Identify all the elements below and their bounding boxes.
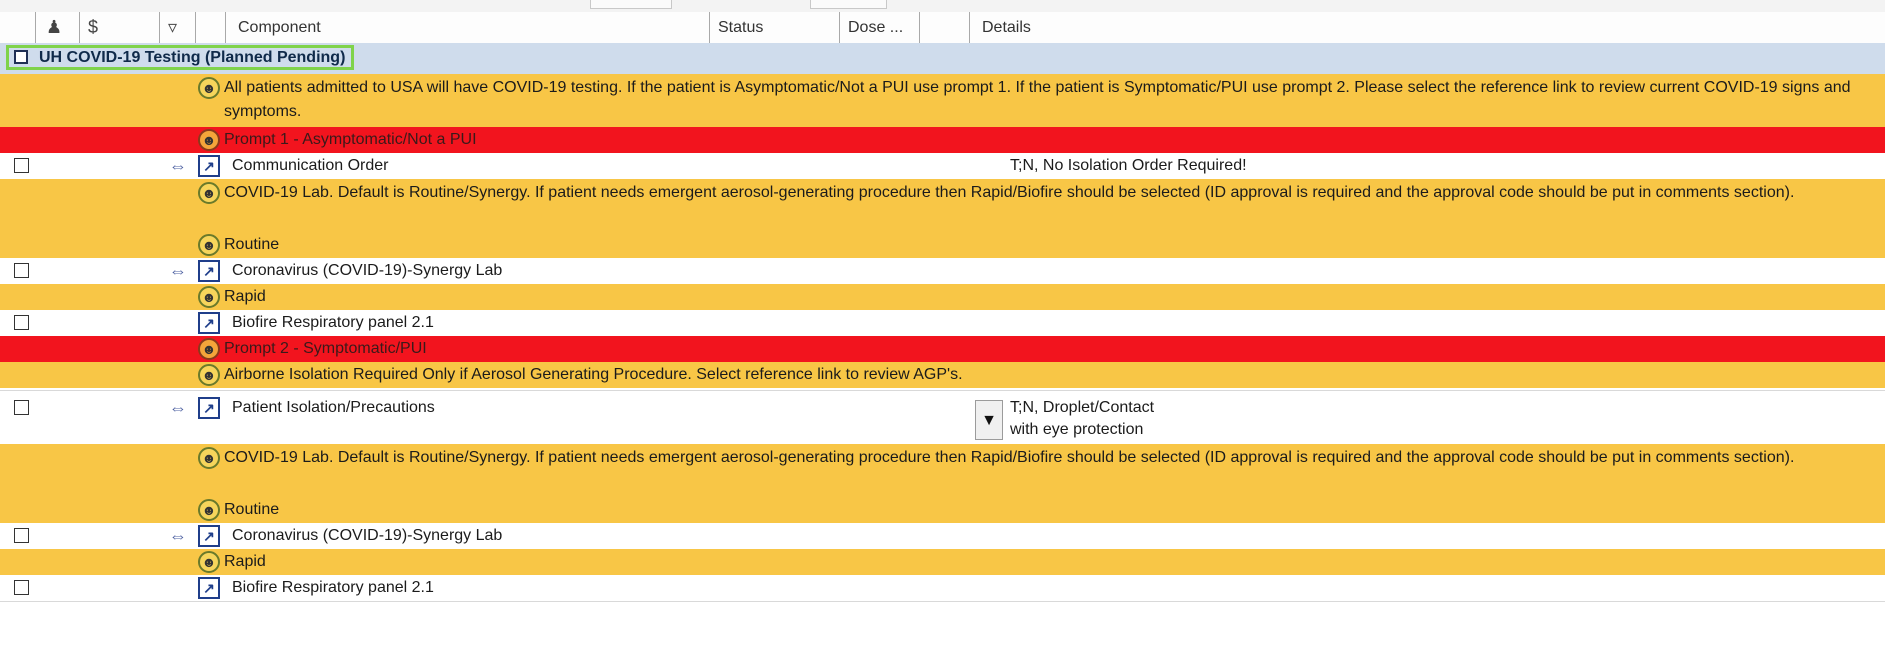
order-checkbox[interactable] [14,158,29,173]
order-component[interactable]: Coronavirus (COVID-19)-Synergy Lab [232,524,502,548]
order-icon: ↗ [198,260,220,282]
note-icon: ☻ [198,286,220,308]
note-text: COVID-19 Lab. Default is Routine/Synergy… [224,184,1795,201]
order-icon: ↗ [198,155,220,177]
note-icon: ☻ [198,234,220,256]
header-spacer-2 [920,12,970,43]
header-cost-column[interactable]: $ [80,12,160,43]
header-select-column[interactable] [0,12,36,43]
link-icon[interactable]: ⇔ [169,399,187,417]
filter-icon: ▿ [168,17,178,37]
phase-title-box[interactable]: UH COVID-19 Testing (Planned Pending) [6,45,355,70]
order-row[interactable]: ⇔ ↗ Patient Isolation/Precautions ▼ T;N,… [0,392,1885,444]
prompt-text: Prompt 1 - Asymptomatic/Not a PUI [224,131,477,148]
note-row: ☻ Routine [0,232,1885,258]
note-row: ☻ Rapid [0,549,1885,575]
prompt-row: ☻ Prompt 2 - Symptomatic/PUI [0,336,1885,362]
phase-header[interactable]: UH COVID-19 Testing (Planned Pending) [0,43,1885,74]
order-checkbox[interactable] [14,400,29,415]
order-details-line2[interactable]: with eye protection [1010,418,1143,442]
toolbar-control[interactable] [810,0,887,9]
note-row: ☻ COVID-19 Lab. Default is Routine/Syner… [0,444,1885,497]
header-status[interactable]: Status [710,12,840,43]
note-row: ☻ Airborne Isolation Required Only if Ae… [0,362,1885,388]
note-text: COVID-19 Lab. Default is Routine/Synergy… [224,449,1795,466]
phase-icon [14,50,28,64]
dollar-icon: $ [88,17,99,37]
note-text: Routine [224,236,280,253]
order-row[interactable]: ↗ Biofire Respiratory panel 2.1 [0,310,1885,336]
note-icon: ☻ [198,77,220,99]
note-row: ☻ Routine [0,497,1885,523]
row-divider [0,601,1885,602]
order-component[interactable]: Biofire Respiratory panel 2.1 [232,576,434,600]
order-component[interactable]: Communication Order [232,154,389,178]
phase-title: UH COVID-19 Testing (Planned Pending) [39,49,346,66]
note-icon: ☻ [198,129,220,151]
row-divider [0,390,1885,391]
link-icon[interactable]: ⇔ [169,527,187,545]
note-text: Rapid [224,553,266,570]
order-checkbox[interactable] [14,315,29,330]
note-icon: ☻ [198,499,220,521]
order-details[interactable]: T;N, Droplet/Contact [1010,396,1154,420]
header-people-column[interactable]: ♟ [36,12,80,43]
details-dropdown[interactable]: ▼ [975,400,1003,440]
header-spacer [196,12,226,43]
prompt-text: Prompt 2 - Symptomatic/PUI [224,340,427,357]
note-text: Routine [224,501,280,518]
note-row: ☻ All patients admitted to USA will have… [0,74,1885,127]
header-component[interactable]: Component [226,12,710,43]
order-icon: ↗ [198,525,220,547]
order-checkbox[interactable] [14,528,29,543]
note-text: Airborne Isolation Required Only if Aero… [224,366,963,383]
note-icon: ☻ [198,364,220,386]
note-text: Rapid [224,288,266,305]
prompt-row: ☻ Prompt 1 - Asymptomatic/Not a PUI [0,127,1885,153]
note-row: ☻ Rapid [0,284,1885,310]
order-component[interactable]: Coronavirus (COVID-19)-Synergy Lab [232,259,502,283]
order-row[interactable]: ↗ Biofire Respiratory panel 2.1 [0,575,1885,601]
note-text: All patients admitted to USA will have C… [224,79,1851,120]
order-component[interactable]: Biofire Respiratory panel 2.1 [232,311,434,335]
order-row[interactable]: ⇔ ↗ Communication Order T;N, No Isolatio… [0,153,1885,179]
order-icon: ↗ [198,397,220,419]
header-details[interactable]: Details [970,12,1885,43]
toolbar-control[interactable] [590,0,672,9]
header-filter-column[interactable]: ▿ [160,12,196,43]
header-dose[interactable]: Dose ... [840,12,920,43]
note-icon: ☻ [198,182,220,204]
order-details[interactable]: T;N, No Isolation Order Required! [1010,154,1247,178]
link-icon[interactable]: ⇔ [169,262,187,280]
order-checkbox[interactable] [14,263,29,278]
note-icon: ☻ [198,338,220,360]
order-row[interactable]: ⇔ ↗ Coronavirus (COVID-19)-Synergy Lab [0,258,1885,284]
order-icon: ↗ [198,312,220,334]
note-icon: ☻ [198,447,220,469]
order-component[interactable]: Patient Isolation/Precautions [232,396,435,420]
note-icon: ☻ [198,551,220,573]
people-icon: ♟ [46,17,63,37]
link-icon[interactable]: ⇔ [169,157,187,175]
order-icon: ↗ [198,577,220,599]
order-checkbox[interactable] [14,580,29,595]
order-row[interactable]: ⇔ ↗ Coronavirus (COVID-19)-Synergy Lab [0,523,1885,549]
note-row: ☻ COVID-19 Lab. Default is Routine/Syner… [0,179,1885,232]
column-header: ♟ $ ▿ Component Status Dose ... Details [0,12,1885,44]
